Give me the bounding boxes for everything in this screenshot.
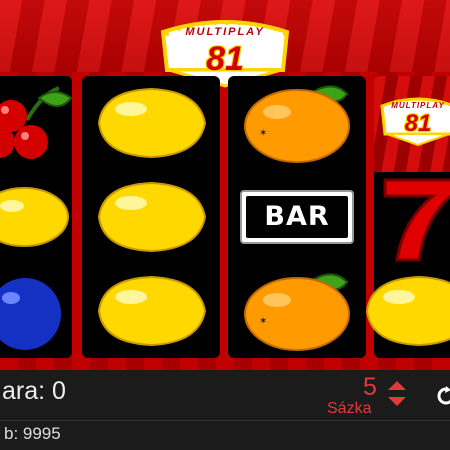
cherries-icon (0, 86, 73, 159)
symbol-orange: ✶ (228, 76, 366, 170)
orange-icon: ✶ (244, 273, 350, 351)
reel-1 (0, 76, 73, 358)
orange-icon: ✶ (244, 85, 350, 163)
mini-logo-title: MULTIPLAY (391, 101, 445, 110)
symbol-lemon (82, 76, 220, 170)
logo-title: MULTIPLAY (185, 26, 265, 38)
lemon-icon (97, 87, 207, 159)
symbol-bar: BAR (240, 190, 354, 244)
mini-logo-number: 81 (404, 110, 432, 137)
symbol-lemon (82, 170, 220, 264)
symbol-seven (374, 170, 450, 264)
credit-display: b: 9995 (4, 424, 61, 443)
lemon-icon (97, 275, 207, 347)
logo-number: 81 (206, 40, 244, 78)
reel-2 (82, 76, 220, 358)
symbol-orange: ✶ (228, 264, 366, 358)
arrow-down-icon[interactable] (388, 397, 406, 406)
lemon-icon (0, 187, 69, 247)
control-bar (0, 370, 450, 450)
symbol-plum (0, 264, 72, 358)
slot-machine-screen: MULTIPLAY 81 ✶ ✶ BAR MULTIPLAY 81 ara: 0… (0, 0, 450, 450)
bar-label: BAR (246, 196, 348, 238)
win-display: ara: 0 (2, 377, 66, 405)
symbol-lemon (365, 264, 450, 358)
bet-label: Sázka (327, 400, 372, 417)
svg-text:✶: ✶ (259, 128, 267, 139)
bet-value: 5 (363, 373, 377, 401)
lemon-icon (365, 275, 450, 347)
lemon-icon (97, 181, 207, 253)
symbol-cherries (0, 76, 73, 170)
symbol-lemon (82, 264, 220, 358)
seven-icon (383, 178, 450, 262)
symbol-lemon (0, 170, 72, 264)
svg-text:✶: ✶ (259, 316, 267, 327)
arrow-up-icon[interactable] (388, 381, 406, 390)
divider (0, 420, 450, 421)
plum-icon (0, 278, 61, 350)
spin-icon[interactable] (436, 386, 450, 406)
